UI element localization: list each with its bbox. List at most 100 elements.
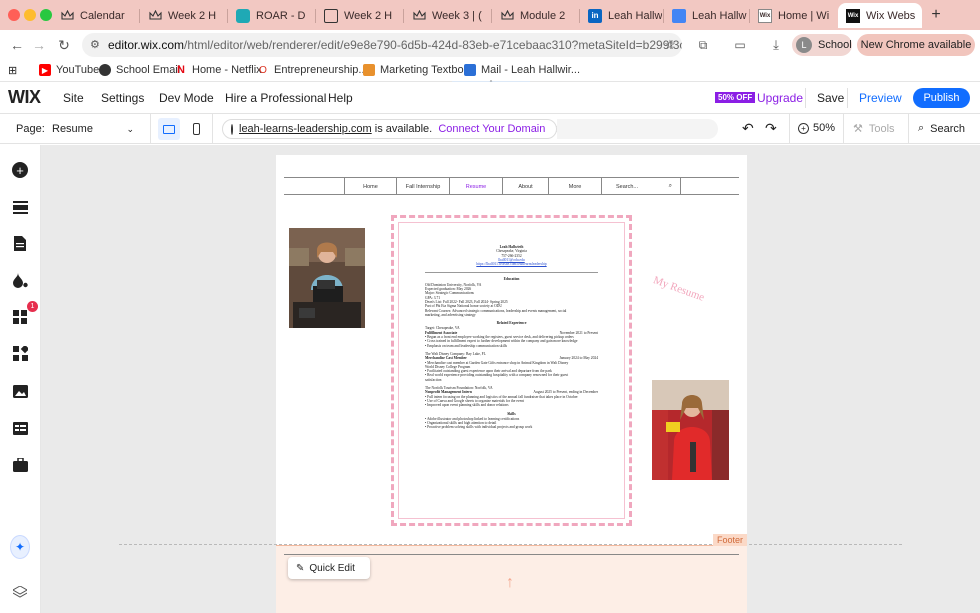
browser-tab[interactable]: Wix Home | Wi [750, 3, 836, 28]
redo-icon[interactable]: ↷ [765, 120, 777, 137]
resume-url[interactable]: https://lhall011.wixsite.com/leahlearnsl… [425, 262, 598, 266]
menu-site[interactable]: Site [63, 91, 84, 105]
bookmark-entrepreneurship[interactable]: O Entrepreneurship... [257, 64, 367, 76]
menu-help[interactable]: Help [328, 91, 353, 105]
menu-hire-professional[interactable]: Hire a Professional [225, 91, 326, 105]
cms-icon[interactable] [11, 419, 29, 437]
resume-dates: August 2025 to Present, ending in Decemb… [533, 390, 598, 395]
footer-label[interactable]: Footer [712, 534, 747, 546]
page-select[interactable]: Resume ⌄ [50, 119, 134, 139]
business-tools-icon[interactable] [11, 344, 29, 362]
extensions-icon[interactable]: ⧉ [694, 36, 712, 54]
undo-icon[interactable]: ↶ [742, 120, 754, 137]
browser-tab[interactable]: Leah Hallw [664, 3, 748, 28]
resume-line: • Cross trained in fulfillment expert to… [425, 339, 578, 344]
roar-icon [236, 8, 250, 23]
wix-logo[interactable]: WIX [8, 87, 41, 108]
browser-tab[interactable]: Week 2 H [316, 3, 402, 28]
linkedin-icon: in [588, 8, 602, 23]
bookmark-netflix[interactable]: N Home - Netflix [175, 64, 262, 76]
resume-dates: January 2024 to May 2024 [559, 356, 598, 361]
zoom-window-button[interactable] [40, 9, 52, 21]
menu-dev-mode[interactable]: Dev Mode [159, 91, 214, 105]
cast-icon[interactable]: ▭ [731, 36, 749, 54]
apps-icon[interactable] [11, 308, 29, 326]
ring-icon: O [259, 64, 267, 76]
layers-icon[interactable] [11, 583, 29, 601]
page-icon [324, 8, 338, 23]
mail-icon [464, 64, 476, 76]
bookmark-star-icon[interactable]: ☆ [661, 36, 679, 54]
minimize-window-button[interactable] [24, 9, 36, 21]
design-icon[interactable] [11, 271, 29, 289]
back-arrow-icon[interactable]: ← [8, 36, 26, 54]
new-tab-button[interactable]: + [927, 6, 945, 24]
youtube-icon: ▶ [39, 64, 51, 76]
photo-target[interactable] [652, 380, 729, 480]
browser-tab[interactable]: Week 3 | ( [404, 3, 490, 28]
mobile-icon [192, 123, 200, 135]
media-icon[interactable] [11, 382, 29, 400]
resume-line: marketing, and advertising strategy [425, 312, 476, 317]
page-label: Page: [16, 123, 45, 135]
netflix-icon: N [177, 64, 185, 76]
browser-toolbar: ← → ↻ ⚙ editor.wix.com/html/editor/web/r… [0, 30, 980, 60]
bookmark-marketing-textbook[interactable]: Marketing Textbook [363, 64, 475, 76]
site-search-box[interactable]: Search... ⌕ [601, 178, 681, 195]
crown-icon [60, 9, 74, 23]
upgrade-link[interactable]: Upgrade [757, 91, 803, 105]
portfolio-icon[interactable] [11, 456, 29, 474]
zoom-button[interactable]: + 50% [798, 122, 835, 134]
browser-tab[interactable]: Week 2 H [140, 3, 226, 28]
site-menu-home[interactable]: Home [344, 178, 396, 195]
save-button[interactable]: Save [817, 91, 844, 105]
site-menu-fall-internship[interactable]: Fall Internship [396, 178, 449, 195]
browser-tab[interactable]: Calendar [52, 3, 138, 28]
pages-icon[interactable] [11, 234, 29, 252]
mobile-view-button[interactable] [188, 118, 204, 140]
apps-grid-icon[interactable]: ⊞ [8, 64, 17, 77]
editor-canvas[interactable]: Home Fall Internship Resume About More S… [41, 145, 980, 613]
publish-button[interactable]: Publish [913, 88, 970, 108]
sections-icon[interactable] [11, 198, 29, 216]
resume-role: Merchandise Cast Member [425, 356, 467, 361]
ai-assistant-icon[interactable]: ✦ [11, 536, 29, 558]
docs-icon [672, 8, 686, 23]
chrome-update-button[interactable]: New Chrome available [857, 34, 975, 56]
resume-line: • Proactive problem solving skills with … [425, 425, 533, 430]
download-icon[interactable]: ⤓ [767, 36, 785, 54]
desktop-icon [163, 124, 175, 134]
preview-button[interactable]: Preview [859, 91, 902, 105]
wix-page-bar: Page: Resume ⌄ leah-learns-leadership.co… [0, 114, 980, 144]
site-menu-more[interactable]: More [548, 178, 601, 195]
reload-icon[interactable]: ↻ [55, 36, 73, 54]
menu-settings[interactable]: Settings [101, 91, 144, 105]
bookmark-youtube[interactable]: ▶ YouTube [39, 64, 99, 76]
add-elements-icon[interactable]: + [11, 161, 29, 179]
browser-tab[interactable]: in Leah Hallw [580, 3, 662, 28]
search-button[interactable]: ⌕ Search [918, 122, 965, 135]
forward-arrow-icon[interactable]: → [30, 36, 48, 54]
site-info-icon[interactable]: ⚙ [90, 38, 100, 51]
site-menu-about[interactable]: About [502, 178, 548, 195]
address-bar[interactable]: ⚙ editor.wix.com/html/editor/web/rendere… [82, 33, 682, 57]
desktop-view-button[interactable] [158, 118, 180, 140]
wix-icon: Wix [846, 8, 860, 23]
resume-skills-title: Skills [507, 411, 516, 416]
tools-button[interactable]: ⚒ Tools [853, 122, 895, 136]
browser-tab[interactable]: Module 2 [492, 3, 578, 28]
quick-edit-button[interactable]: ✎ Quick Edit [288, 557, 370, 579]
close-window-button[interactable] [8, 9, 20, 21]
resume-document[interactable]: Leah Hallwirth Chesapeake, Virginia 757-… [391, 215, 632, 526]
my-resume-heading[interactable]: My Resume [652, 274, 706, 304]
footer-section[interactable]: Footer ✎ Quick Edit ↑ [276, 534, 747, 613]
browser-tab[interactable]: ROAR - D [228, 3, 314, 28]
bookmark-school-email[interactable]: School Email [99, 64, 180, 76]
browser-tab-active[interactable]: Wix Wix Webs [838, 3, 922, 28]
connect-domain-link[interactable]: Connect Your Domain [438, 123, 545, 135]
bookmark-mail[interactable]: Mail - Leah Hallwir... [464, 64, 580, 76]
photo-register[interactable] [289, 228, 365, 328]
profile-button[interactable]: L School [792, 34, 852, 56]
site-menu-resume[interactable]: Resume [449, 178, 502, 195]
bookmarks-bar: ⊞ ▶ YouTube School Email N Home - Netfli… [0, 60, 980, 90]
